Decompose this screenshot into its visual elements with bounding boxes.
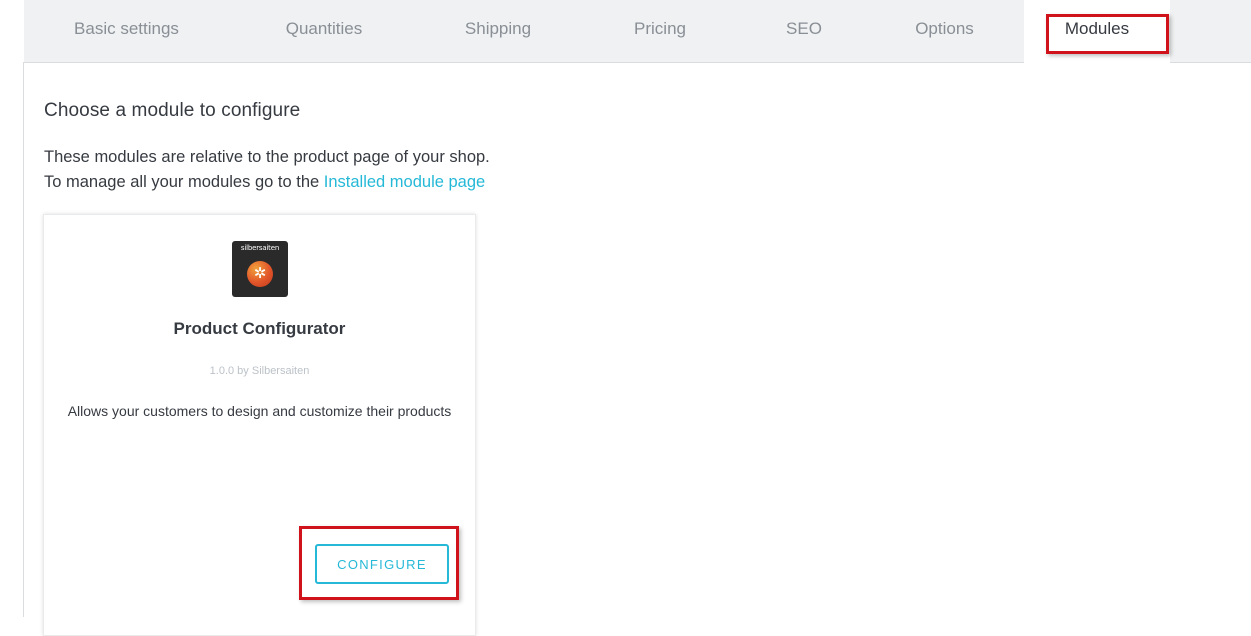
module-card: silbersaiten ✲ Product Configurator 1.0.…	[43, 214, 476, 636]
logo-badge: ✲	[247, 261, 273, 287]
tab-basic-settings[interactable]: Basic settings	[24, 0, 229, 62]
installed-module-page-link[interactable]: Installed module page	[324, 173, 485, 191]
section-title: Choose a module to configure	[44, 100, 301, 121]
logo-text: silbersaiten	[240, 244, 280, 252]
configure-button[interactable]: CONFIGURE	[315, 544, 449, 584]
tab-options[interactable]: Options	[865, 0, 1024, 62]
content-left-border	[23, 62, 24, 617]
tab-pricing[interactable]: Pricing	[577, 0, 743, 62]
description-prefix: To manage all your modules go to the	[44, 173, 324, 191]
section-description-link-line: To manage all your modules go to the Ins…	[44, 173, 485, 192]
tab-modules[interactable]: Modules	[1024, 0, 1170, 63]
section-description: These modules are relative to the produc…	[44, 148, 490, 166]
module-logo: silbersaiten ✲	[232, 241, 288, 297]
module-description: Allows your customers to design and cust…	[67, 403, 452, 419]
tab-bar: Basic settings Quantities Shipping Prici…	[24, 0, 1251, 63]
module-version: 1.0.0 by Silbersaiten	[209, 365, 310, 377]
module-name: Product Configurator	[173, 319, 346, 338]
tab-quantities[interactable]: Quantities	[229, 0, 419, 62]
gear-icon: ✲	[253, 265, 267, 282]
tab-shipping[interactable]: Shipping	[419, 0, 577, 62]
tab-seo[interactable]: SEO	[743, 0, 865, 62]
